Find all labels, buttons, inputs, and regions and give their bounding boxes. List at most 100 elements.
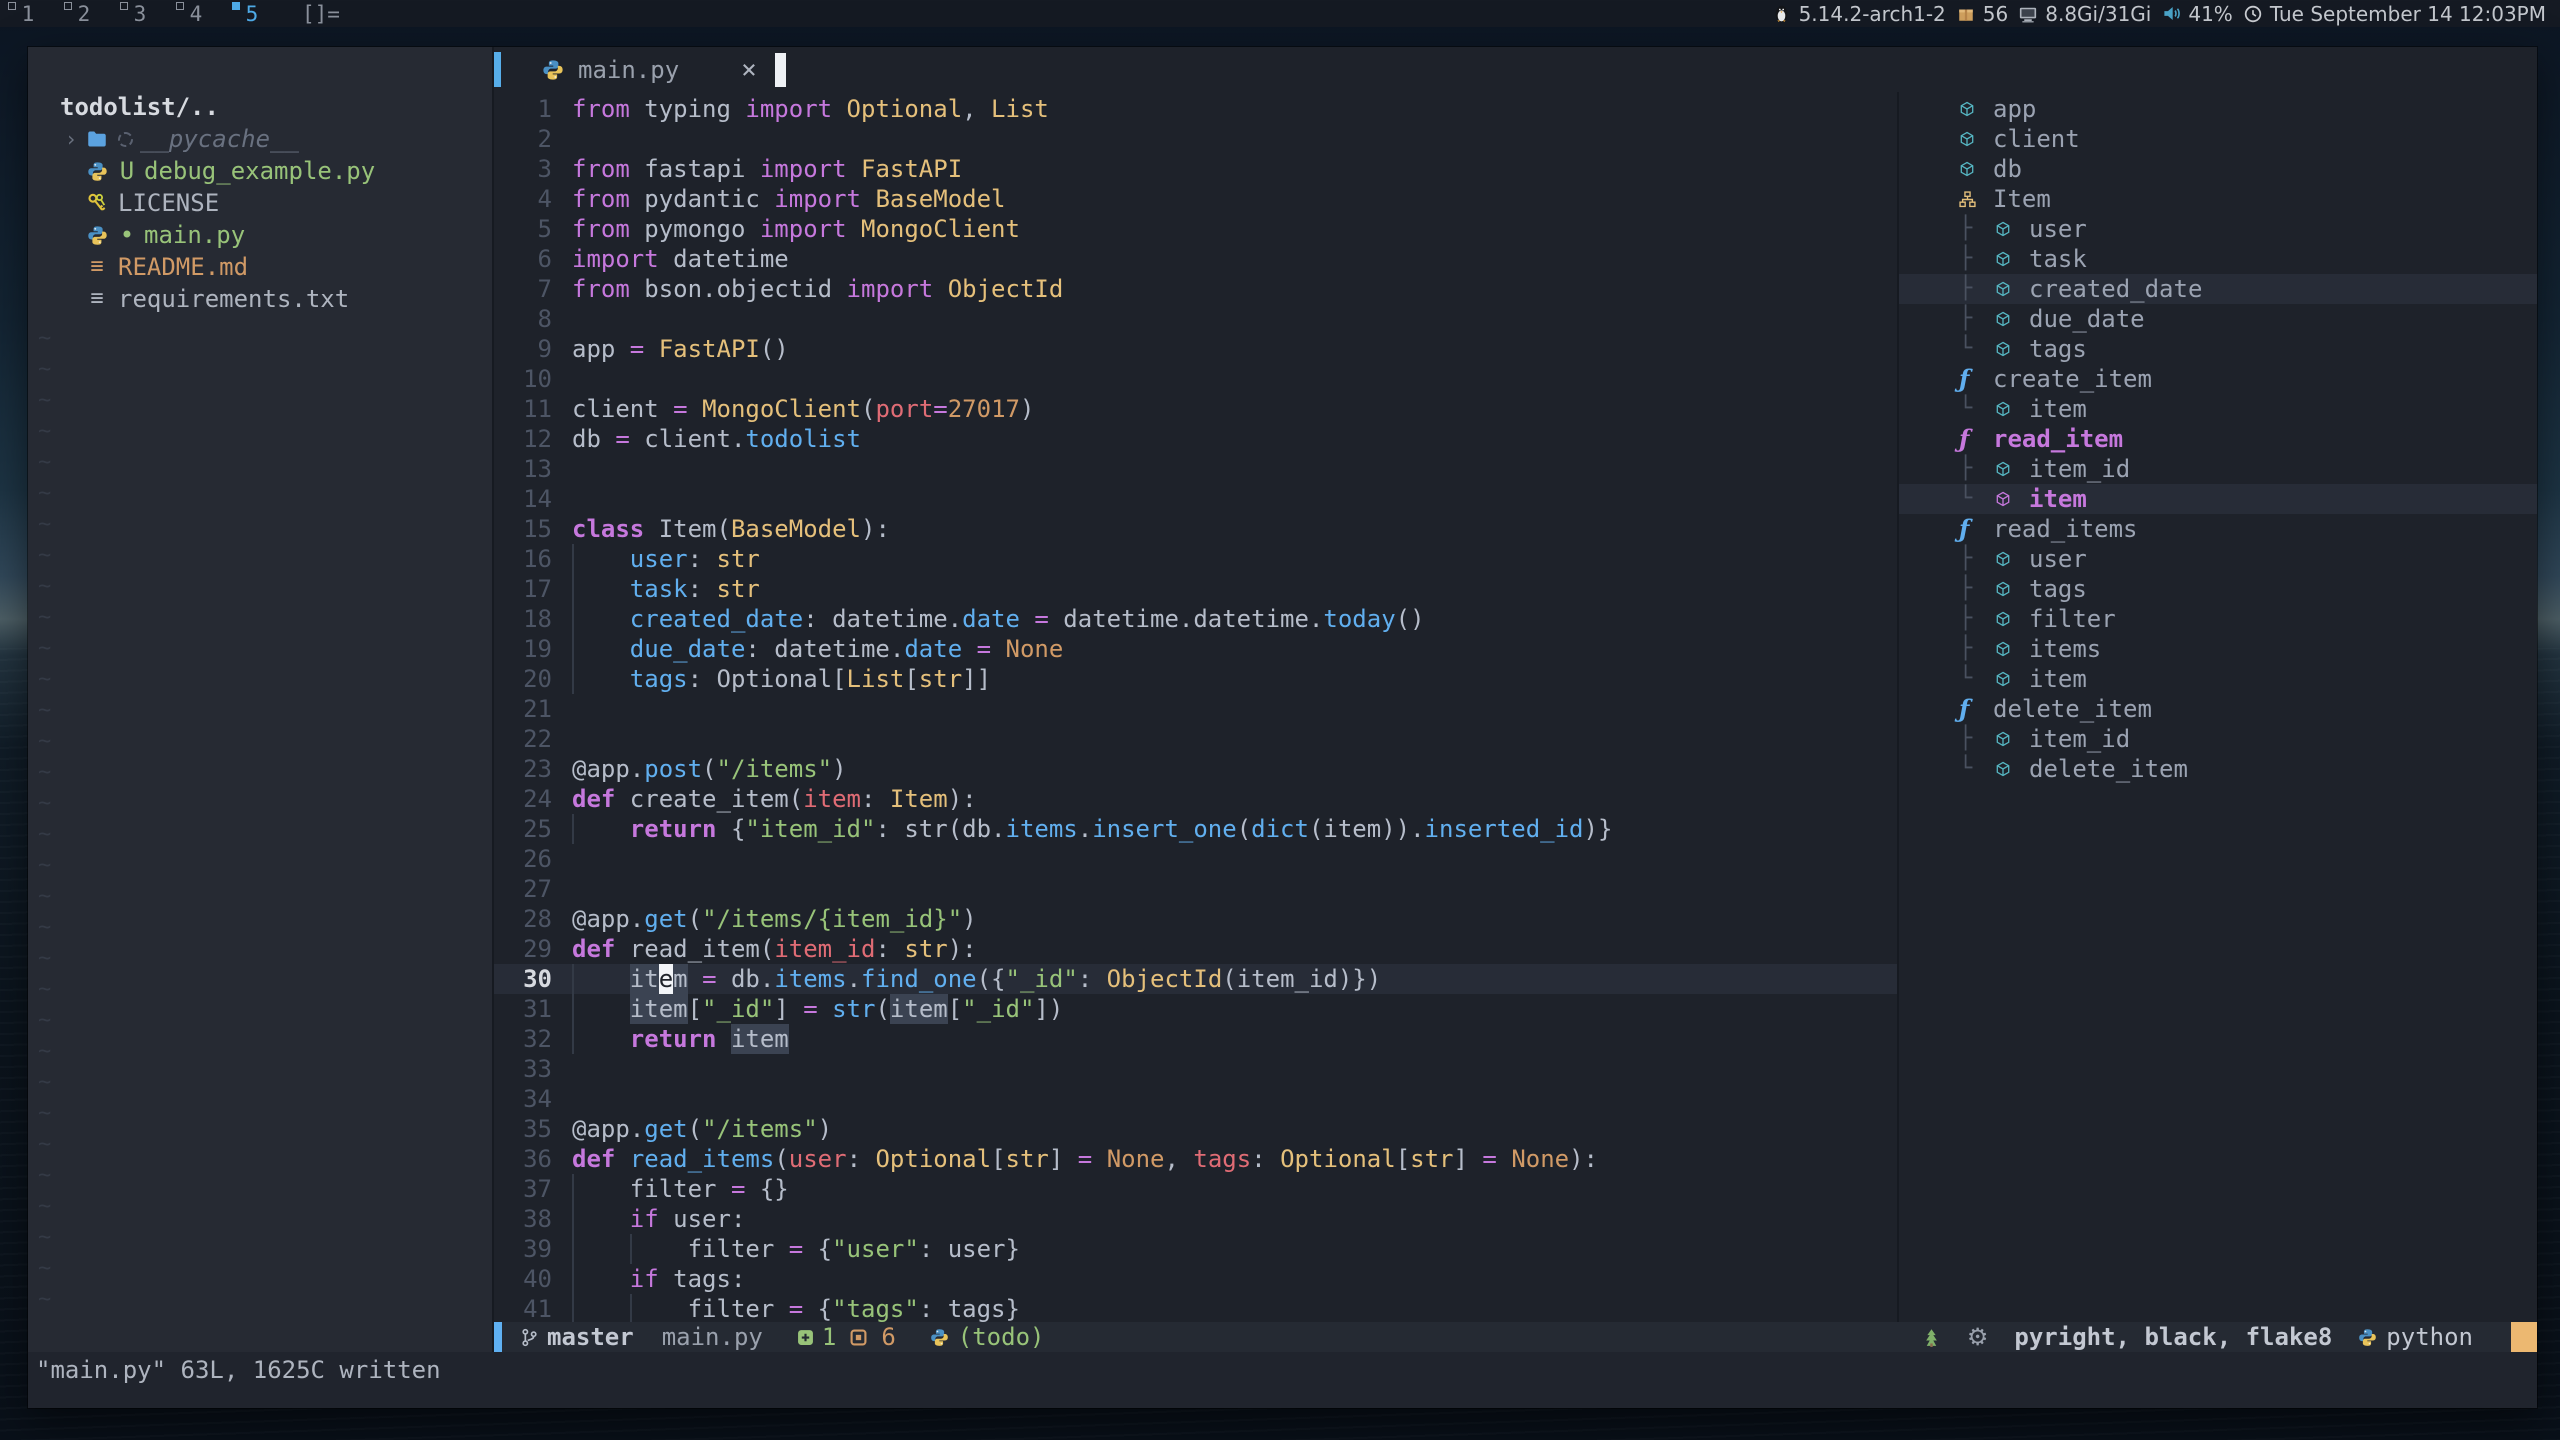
code-line[interactable]: 18 created_date: datetime.date = datetim… — [494, 604, 1897, 634]
code-line[interactable]: 40 if tags: — [494, 1264, 1897, 1294]
tab-main-py[interactable]: main.py × — [540, 55, 757, 85]
code-line[interactable]: 17 task: str — [494, 574, 1897, 604]
symbol-item-item[interactable]: └item — [1899, 394, 2537, 424]
code-line[interactable]: 34 — [494, 1084, 1897, 1114]
symbol-item-delete_item[interactable]: └delete_item — [1899, 754, 2537, 784]
mode-indicator-bar — [494, 1322, 502, 1352]
file-row[interactable]: ›LICENSE — [28, 187, 492, 219]
code-line[interactable]: 33 — [494, 1054, 1897, 1084]
symbol-item-user[interactable]: ├user — [1899, 214, 2537, 244]
command-line-message: "main.py" 63L, 1625C written — [28, 1352, 2537, 1408]
file-row[interactable]: ›__pycache__ — [28, 123, 492, 155]
code-line[interactable]: 10 — [494, 364, 1897, 394]
code-line[interactable]: 35@app.get("/items") — [494, 1114, 1897, 1144]
file-row[interactable]: ›•main.py — [28, 219, 492, 251]
code-line[interactable]: 19 due_date: datetime.date = None — [494, 634, 1897, 664]
code-line[interactable]: 14 — [494, 484, 1897, 514]
symbol-item-filter[interactable]: ├filter — [1899, 604, 2537, 634]
tab-label: main.py — [578, 56, 679, 84]
workspace-1[interactable]: 1 — [0, 0, 56, 27]
code-line[interactable]: 3from fastapi import FastAPI — [494, 154, 1897, 184]
symbol-item-Item[interactable]: Item — [1899, 184, 2537, 214]
symbol-item-item[interactable]: └item — [1899, 664, 2537, 694]
code-line[interactable]: 9app = FastAPI() — [494, 334, 1897, 364]
code-line[interactable]: 13 — [494, 454, 1897, 484]
tree-connector: ├ — [1959, 544, 1995, 574]
symbol-item-delete_item[interactable]: ƒdelete_item — [1899, 694, 2537, 724]
symbol-item-task[interactable]: ├task — [1899, 244, 2537, 274]
code-line[interactable]: 20 tags: Optional[List[str]] — [494, 664, 1897, 694]
code-editor[interactable]: 1from typing import Optional, List23from… — [494, 92, 1897, 1322]
symbol-item-created_date[interactable]: ├created_date — [1899, 274, 2537, 304]
file-row[interactable]: ›≡requirements.txt — [28, 283, 492, 315]
symbol-item-item_id[interactable]: ├item_id — [1899, 724, 2537, 754]
code-line[interactable]: 36def read_items(user: Optional[str] = N… — [494, 1144, 1897, 1174]
cube-icon — [1959, 161, 1975, 177]
code-line[interactable]: 12db = client.todolist — [494, 424, 1897, 454]
code-line[interactable]: 39 filter = {"user": user} — [494, 1234, 1897, 1264]
code-line[interactable]: 15class Item(BaseModel): — [494, 514, 1897, 544]
line-number: 28 — [494, 904, 552, 934]
code-line[interactable]: 22 — [494, 724, 1897, 754]
symbol-label: item_id — [2029, 454, 2130, 484]
workspace-3[interactable]: 3 — [112, 0, 168, 27]
code-line[interactable]: 8 — [494, 304, 1897, 334]
line-number: 32 — [494, 1024, 552, 1054]
code-line[interactable]: 29def read_item(item_id: str): — [494, 934, 1897, 964]
file-name: README.md — [118, 251, 248, 283]
code-line[interactable]: 7from bson.objectid import ObjectId — [494, 274, 1897, 304]
workspace-2[interactable]: 2 — [56, 0, 112, 27]
symbol-item-client[interactable]: client — [1899, 124, 2537, 154]
code-line[interactable]: 26 — [494, 844, 1897, 874]
code-line[interactable]: 31 item["_id"] = str(item["_id"]) — [494, 994, 1897, 1024]
code-line[interactable]: 24def create_item(item: Item): — [494, 784, 1897, 814]
code-line[interactable]: 41 filter = {"tags": tags} — [494, 1294, 1897, 1322]
code-line[interactable]: 27 — [494, 874, 1897, 904]
git-status-badge: • — [110, 219, 144, 251]
symbol-item-db[interactable]: db — [1899, 154, 2537, 184]
code-line[interactable]: 1from typing import Optional, List — [494, 94, 1897, 124]
workspace-square-icon — [8, 2, 16, 10]
symbols-outline[interactable]: appclientdbItem├user├task├created_date├d… — [1897, 92, 2537, 1322]
symbol-item-due_date[interactable]: ├due_date — [1899, 304, 2537, 334]
code-line[interactable]: 11client = MongoClient(port=27017) — [494, 394, 1897, 424]
line-number: 12 — [494, 424, 552, 454]
statusline: master main.py 1 6 (todo) ⚙ pyright, bla… — [494, 1322, 2537, 1352]
file-explorer[interactable]: todolist/.. ›__pycache__›Udebug_example.… — [28, 47, 494, 1352]
line-number: 13 — [494, 454, 552, 484]
code-line[interactable]: 5from pymongo import MongoClient — [494, 214, 1897, 244]
symbol-item-read_items[interactable]: ƒread_items — [1899, 514, 2537, 544]
code-line[interactable]: 30 item = db.items.find_one({"_id": Obje… — [494, 964, 1897, 994]
terminal-window: todolist/.. ›__pycache__›Udebug_example.… — [28, 47, 2537, 1408]
keys-icon — [84, 193, 110, 214]
code-line[interactable]: 23@app.post("/items") — [494, 754, 1897, 784]
code-line[interactable]: 28@app.get("/items/{item_id}") — [494, 904, 1897, 934]
symbol-item-app[interactable]: app — [1899, 94, 2537, 124]
symbol-item-read_item[interactable]: ƒread_item — [1899, 424, 2537, 454]
symbol-item-user[interactable]: ├user — [1899, 544, 2537, 574]
file-row[interactable]: ›≡README.md — [28, 251, 492, 283]
code-line[interactable]: 16 user: str — [494, 544, 1897, 574]
symbol-item-tags[interactable]: └tags — [1899, 334, 2537, 364]
code-line[interactable]: 25 return {"item_id": str(db.items.inser… — [494, 814, 1897, 844]
workspace-square-icon — [232, 2, 240, 10]
workspace-4[interactable]: 4 — [168, 0, 224, 27]
workspace-5[interactable]: 5 — [224, 0, 280, 27]
code-line[interactable]: 2 — [494, 124, 1897, 154]
file-row[interactable]: ›Udebug_example.py — [28, 155, 492, 187]
code-line[interactable]: 21 — [494, 694, 1897, 724]
symbol-item-item_id[interactable]: ├item_id — [1899, 454, 2537, 484]
code-line[interactable]: 38 if user: — [494, 1204, 1897, 1234]
code-line[interactable]: 37 filter = {} — [494, 1174, 1897, 1204]
symbol-item-items[interactable]: ├items — [1899, 634, 2537, 664]
tree-connector: ├ — [1959, 244, 1995, 274]
tab-close-button[interactable]: × — [741, 55, 757, 85]
code-line[interactable]: 32 return item — [494, 1024, 1897, 1054]
symbol-item-create_item[interactable]: ƒcreate_item — [1899, 364, 2537, 394]
code-line[interactable]: 6import datetime — [494, 244, 1897, 274]
symbol-item-tags[interactable]: ├tags — [1899, 574, 2537, 604]
workspace-square-icon — [176, 2, 184, 10]
symbol-item-item[interactable]: └item — [1899, 484, 2537, 514]
line-number: 4 — [494, 184, 552, 214]
code-line[interactable]: 4from pydantic import BaseModel — [494, 184, 1897, 214]
